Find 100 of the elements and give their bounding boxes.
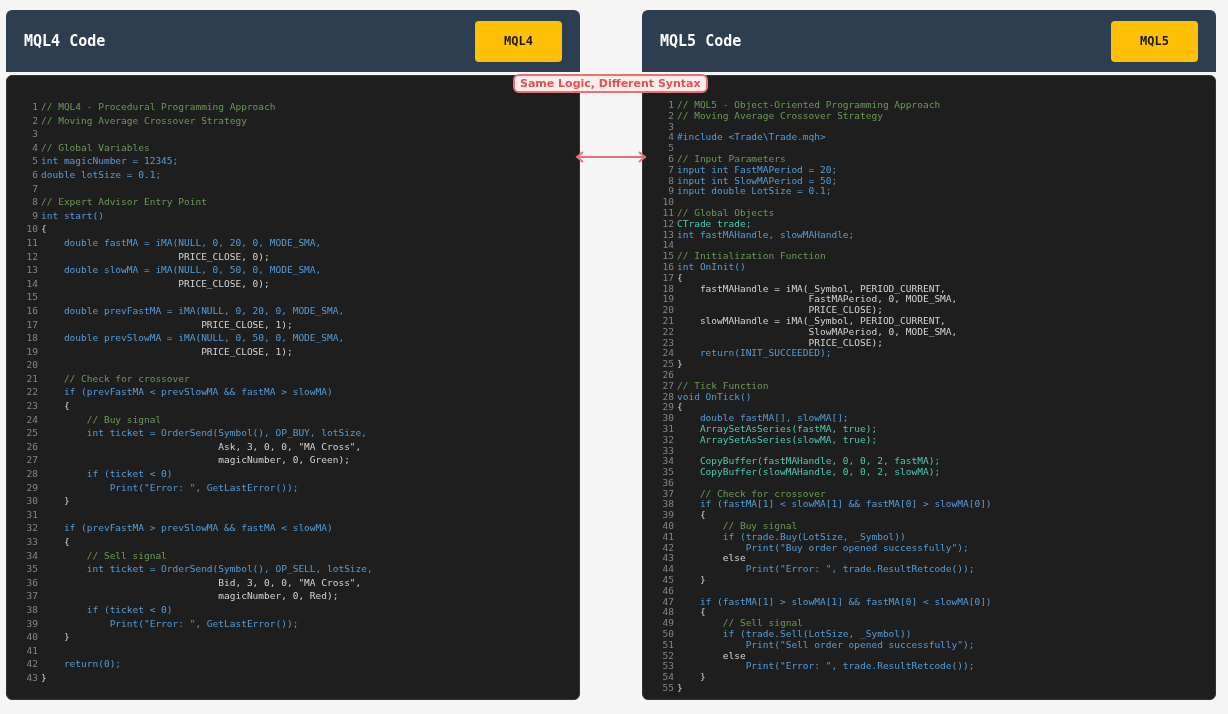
line-number: 35 bbox=[661, 467, 674, 478]
panel-title: MQL5 Code bbox=[660, 30, 742, 52]
code-line: // Check for crossover bbox=[698, 488, 826, 500]
code-line: } bbox=[677, 359, 683, 370]
code-line: CTrade trade; bbox=[677, 218, 752, 230]
code-line: // MQL5 - Object-Oriented Programming Approach bbox=[677, 100, 941, 111]
code-line: int magicNumber = 12345; bbox=[41, 154, 179, 168]
code-line: input int SlowMAPeriod = 50; bbox=[677, 175, 838, 187]
line-number: 32 bbox=[661, 434, 674, 446]
line-number: 32 bbox=[25, 521, 38, 535]
code-line: if (prevFastMA > prevSlowMA && fastMA < slowMA) bbox=[62, 521, 333, 535]
code-line: CopyBuffer(slowMAHandle, 0, 0, 2, slowMA); bbox=[698, 467, 941, 478]
line-number: 46 bbox=[661, 585, 674, 597]
line-number: 8 bbox=[667, 175, 674, 187]
code-line: { bbox=[62, 399, 70, 413]
line-number: 6 bbox=[667, 154, 674, 165]
line-number: 15 bbox=[25, 290, 38, 304]
line-number: 38 bbox=[25, 602, 38, 617]
line-number: 36 bbox=[25, 575, 38, 590]
line-number: 13 bbox=[25, 263, 38, 277]
line-number: 33 bbox=[661, 445, 674, 457]
code-line: PRICE_CLOSE, 1); bbox=[200, 317, 293, 332]
code-line: if (fastMA[1] > slowMA[1] && fastMA[0] < slowMA[0]) bbox=[698, 596, 992, 608]
code-line: Print("Error: ", GetLastError()); bbox=[108, 616, 299, 631]
line-number: 38 bbox=[661, 499, 674, 511]
line-number: 26 bbox=[661, 369, 674, 381]
line-number: 53 bbox=[661, 661, 674, 673]
line-number: 1 bbox=[31, 100, 38, 114]
code-line: double lotSize = 0.1; bbox=[41, 167, 162, 182]
code-line: { bbox=[677, 402, 683, 414]
line-number: 11 bbox=[661, 207, 674, 219]
line-number: 3 bbox=[667, 121, 674, 133]
code-line: PRICE_CLOSE, 0); bbox=[177, 276, 270, 291]
code-line: if (prevFastMA < prevSlowMA && fastMA > slowMA) bbox=[62, 385, 333, 400]
line-number: 20 bbox=[661, 305, 674, 316]
line-number: 25 bbox=[25, 426, 38, 440]
line-number: 10 bbox=[661, 197, 674, 208]
code-line: PRICE_CLOSE); bbox=[807, 337, 883, 349]
line-number: 2 bbox=[667, 110, 674, 122]
line-number: 2 bbox=[31, 113, 38, 128]
code-line: } bbox=[677, 683, 683, 694]
line-number: 33 bbox=[25, 535, 38, 549]
line-number: 41 bbox=[25, 643, 38, 658]
line-number: 21 bbox=[25, 371, 38, 386]
line-number: 20 bbox=[25, 358, 38, 372]
code-line: if (trade.Buy(LotSize, _Symbol)) bbox=[721, 531, 906, 543]
code-line: } bbox=[698, 672, 706, 684]
line-number: 25 bbox=[661, 359, 674, 370]
line-number: 12 bbox=[661, 218, 674, 230]
line-number: 28 bbox=[25, 467, 38, 481]
code-line: void OnTick() bbox=[677, 391, 752, 403]
code-line: CopyBuffer(fastMAHandle, 0, 0, 2, fastMA); bbox=[698, 456, 941, 468]
code-line: if (ticket < 0) bbox=[85, 467, 173, 481]
line-number: 3 bbox=[31, 127, 38, 141]
line-number: 5 bbox=[667, 143, 674, 154]
line-number: 41 bbox=[661, 531, 674, 543]
code-line: Ask, 3, 0, 0, "MA Cross", bbox=[217, 439, 362, 454]
code-line: fastMAHandle = iMA(_Symbol, PERIOD_CURRENT, bbox=[698, 283, 946, 295]
line-number: 48 bbox=[661, 607, 674, 619]
language-badge: MQL5 bbox=[1111, 20, 1198, 62]
line-number: 50 bbox=[661, 629, 674, 640]
line-number: 31 bbox=[661, 423, 674, 435]
code-line: // Global Variables bbox=[41, 140, 150, 155]
code-line: PRICE_CLOSE, 0); bbox=[177, 249, 270, 264]
line-number: 11 bbox=[25, 235, 38, 250]
line-number: 7 bbox=[667, 164, 674, 176]
code-line: int ticket = OrderSend(Symbol(), OP_BUY, lotSize, bbox=[85, 426, 367, 440]
line-number: 45 bbox=[661, 575, 674, 586]
line-number: 28 bbox=[661, 391, 674, 403]
line-number: 34 bbox=[661, 456, 674, 468]
double-arrow-icon bbox=[575, 151, 647, 163]
line-number: 15 bbox=[661, 251, 674, 262]
code-line: // Initialization Function bbox=[677, 251, 826, 262]
line-number: 39 bbox=[25, 616, 38, 631]
line-number: 8 bbox=[31, 195, 38, 209]
code-line: magicNumber, 0, Red); bbox=[217, 589, 339, 603]
line-number: 13 bbox=[661, 229, 674, 241]
line-number: 29 bbox=[661, 402, 674, 414]
line-number: 12 bbox=[25, 249, 38, 264]
code-line: double fastMA = iMA(NULL, 0, 20, 0, MODE_SMA, bbox=[62, 235, 322, 250]
line-number: 14 bbox=[25, 276, 38, 291]
code-line: } bbox=[698, 575, 706, 586]
line-number: 23 bbox=[661, 337, 674, 349]
code-line: } bbox=[62, 494, 70, 508]
code-line: if (ticket < 0) bbox=[85, 602, 173, 617]
code-line: // MQL4 - Procedural Programming Approach bbox=[41, 100, 276, 114]
code-line: input int FastMAPeriod = 20; bbox=[677, 164, 838, 176]
code-line: // Input Parameters bbox=[677, 154, 786, 165]
code-line: // Expert Advisor Entry Point bbox=[41, 195, 207, 209]
code-line: } bbox=[41, 670, 47, 685]
code-line: slowMAHandle = iMA(_Symbol, PERIOD_CURRENT, bbox=[698, 315, 946, 327]
code-line: double slowMA = iMA(NULL, 0, 50, 0, MODE_SMA, bbox=[62, 263, 322, 277]
line-number: 47 bbox=[661, 596, 674, 608]
code-line: ArraySetAsSeries(fastMA, true); bbox=[698, 423, 878, 435]
line-number: 35 bbox=[25, 562, 38, 576]
line-number: 5 bbox=[31, 154, 38, 168]
line-number: 42 bbox=[661, 542, 674, 554]
code-line: double fastMA[], slowMA[]; bbox=[698, 413, 849, 424]
code-line: magicNumber, 0, Green); bbox=[217, 453, 350, 468]
line-number: 49 bbox=[661, 618, 674, 630]
